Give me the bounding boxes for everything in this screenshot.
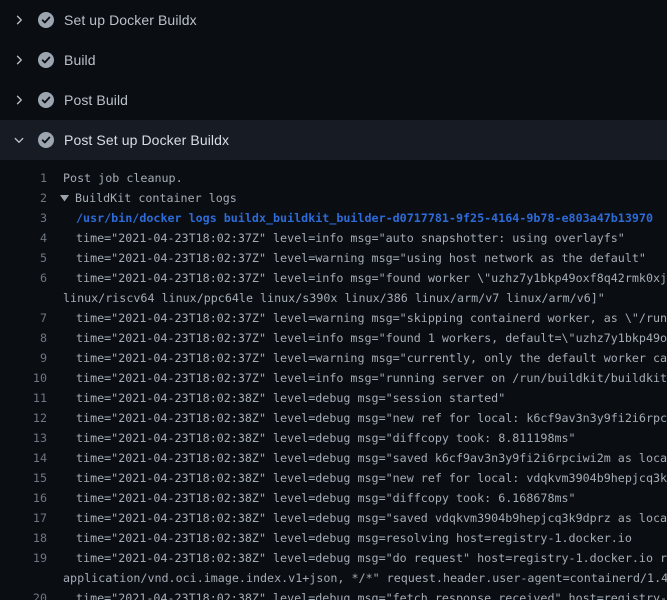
chevron-right-icon [11, 52, 27, 68]
line-number[interactable]: 20 [0, 588, 47, 600]
log-row: 6 time="2021-04-23T18:02:37Z" level=info … [0, 268, 667, 288]
log-row: application/vnd.oci.image.index.v1+json,… [0, 568, 667, 588]
log-text: time="2021-04-23T18:02:37Z" level=info m… [76, 228, 625, 248]
log-row: 3/usr/bin/docker logs buildx_buildkit_bu… [0, 208, 667, 228]
log-row: 10 time="2021-04-23T18:02:37Z" level=info… [0, 368, 667, 388]
log-row: 1 Post job cleanup. [0, 168, 667, 188]
chevron-right-icon [11, 12, 27, 28]
line-number[interactable]: 12 [0, 408, 47, 428]
step-row-post-set-up-docker-buildx[interactable]: Post Set up Docker Buildx [0, 120, 667, 160]
log-row: 16 time="2021-04-23T18:02:38Z" level=debu… [0, 488, 667, 508]
log-text: time="2021-04-23T18:02:38Z" level=debug … [76, 408, 667, 428]
log-row: 19 time="2021-04-23T18:02:38Z" level=debu… [0, 548, 667, 568]
log-row: 17 time="2021-04-23T18:02:38Z" level=debu… [0, 508, 667, 528]
log-text: application/vnd.oci.image.index.v1+json,… [63, 568, 667, 588]
log-row: 5 time="2021-04-23T18:02:37Z" level=warni… [0, 248, 667, 268]
line-number[interactable]: 1 [0, 168, 47, 188]
step-label: Post Build [64, 92, 128, 108]
log-group-label: BuildKit container logs [75, 188, 237, 208]
step-row-post-build[interactable]: Post Build [0, 80, 667, 120]
log-text: time="2021-04-23T18:02:38Z" level=debug … [76, 508, 667, 528]
log-text: time="2021-04-23T18:02:38Z" level=debug … [76, 388, 505, 408]
log-text: linux/riscv64 linux/ppc64le linux/s390x … [63, 288, 605, 308]
log-row: 18 time="2021-04-23T18:02:38Z" level=debu… [0, 528, 667, 548]
log-row: 15 time="2021-04-23T18:02:38Z" level=debu… [0, 468, 667, 488]
log-text: time="2021-04-23T18:02:37Z" level=warnin… [76, 348, 667, 368]
line-number[interactable]: 14 [0, 448, 47, 468]
actions-log-viewer: Set up Docker Buildx Build Post Build [0, 0, 667, 600]
line-number[interactable]: 18 [0, 528, 47, 548]
log-text: Post job cleanup. [63, 168, 183, 188]
log-text: time="2021-04-23T18:02:38Z" level=debug … [76, 428, 576, 448]
line-number[interactable]: 7 [0, 308, 47, 328]
log-text: time="2021-04-23T18:02:38Z" level=debug … [76, 588, 667, 600]
log-text: time="2021-04-23T18:02:38Z" level=debug … [76, 448, 667, 468]
step-row-build[interactable]: Build [0, 40, 667, 80]
log-row: 7 time="2021-04-23T18:02:37Z" level=warni… [0, 308, 667, 328]
line-number[interactable]: 8 [0, 328, 47, 348]
log-text: time="2021-04-23T18:02:37Z" level=warnin… [76, 308, 667, 328]
line-number[interactable]: 13 [0, 428, 47, 448]
log-row: 9 time="2021-04-23T18:02:37Z" level=warni… [0, 348, 667, 368]
line-number[interactable]: 9 [0, 348, 47, 368]
log-text: time="2021-04-23T18:02:38Z" level=debug … [76, 468, 667, 488]
log-text: time="2021-04-23T18:02:37Z" level=warnin… [76, 248, 646, 268]
log-row: 12 time="2021-04-23T18:02:38Z" level=debu… [0, 408, 667, 428]
log-text: time="2021-04-23T18:02:38Z" level=debug … [76, 528, 632, 548]
log-text: time="2021-04-23T18:02:38Z" level=debug … [76, 548, 667, 568]
check-circle-icon [38, 92, 54, 108]
log-container: 1 Post job cleanup. 2 BuildKit container lo… [0, 160, 667, 600]
log-row: linux/riscv64 linux/ppc64le linux/s390x … [0, 288, 667, 308]
log-text: time="2021-04-23T18:02:38Z" level=debug … [76, 488, 576, 508]
step-label: Build [64, 52, 96, 68]
line-number[interactable]: 16 [0, 488, 47, 508]
line-number[interactable]: 5 [0, 248, 47, 268]
line-number[interactable]: 15 [0, 468, 47, 488]
log-row: 13 time="2021-04-23T18:02:38Z" level=debu… [0, 428, 667, 448]
line-number[interactable]: 17 [0, 508, 47, 528]
log-row: 2 BuildKit container logs [0, 188, 667, 208]
step-label: Set up Docker Buildx [64, 12, 197, 28]
check-circle-icon [38, 132, 54, 148]
steps-list: Set up Docker Buildx Build Post Build [0, 0, 667, 160]
line-number[interactable]: 10 [0, 368, 47, 388]
log-row: 11 time="2021-04-23T18:02:38Z" level=debu… [0, 388, 667, 408]
log-group-toggle[interactable]: BuildKit container logs [60, 188, 237, 208]
check-circle-icon [38, 12, 54, 28]
line-number[interactable]: 19 [0, 548, 47, 568]
log-text: time="2021-04-23T18:02:37Z" level=info m… [76, 268, 667, 288]
line-number[interactable]: 3 [0, 208, 47, 228]
log-row: 20 time="2021-04-23T18:02:38Z" level=debu… [0, 588, 667, 600]
line-number[interactable]: 11 [0, 388, 47, 408]
chevron-down-icon [11, 132, 27, 148]
triangle-down-icon [60, 188, 69, 208]
command-text: /usr/bin/docker logs buildx_buildkit_bui… [76, 208, 653, 228]
line-number [0, 568, 47, 588]
line-number [0, 288, 47, 308]
log-text: time="2021-04-23T18:02:37Z" level=info m… [76, 368, 667, 388]
check-circle-icon [38, 52, 54, 68]
log-row: 14 time="2021-04-23T18:02:38Z" level=debu… [0, 448, 667, 468]
step-row-set-up-docker-buildx[interactable]: Set up Docker Buildx [0, 0, 667, 40]
line-number[interactable]: 2 [0, 188, 47, 208]
line-number[interactable]: 6 [0, 268, 47, 288]
step-label: Post Set up Docker Buildx [64, 132, 229, 148]
log-row: 8 time="2021-04-23T18:02:37Z" level=info … [0, 328, 667, 348]
log-text: time="2021-04-23T18:02:37Z" level=info m… [76, 328, 667, 348]
log-row: 4 time="2021-04-23T18:02:37Z" level=info … [0, 228, 667, 248]
line-number[interactable]: 4 [0, 228, 47, 248]
chevron-right-icon [11, 92, 27, 108]
